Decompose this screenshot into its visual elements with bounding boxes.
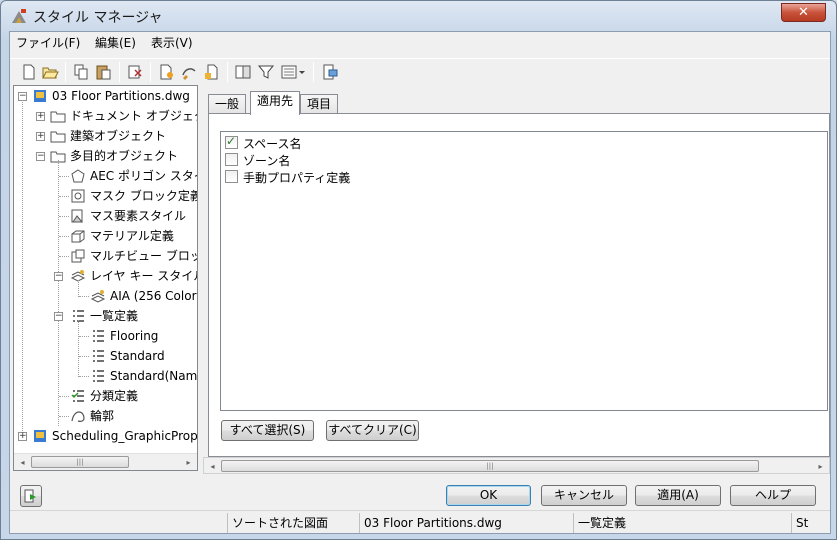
list-icon [93,330,104,342]
tree-horizontal-scrollbar[interactable]: ◂ ||| ▸ [14,453,197,470]
tree-line [59,396,69,397]
menu-view[interactable]: 表示(V) [151,34,193,51]
tree-line [59,256,69,257]
status-drawing: 03 Floor Partitions.dwg [359,513,573,533]
status-sort: ソートされた図面 [227,513,359,533]
tab-apply-to[interactable]: 適用先 [250,91,301,115]
tree-line [59,176,69,177]
label-manual-property-definition: 手動プロパティ定義 [243,171,351,185]
tree-line [79,336,89,337]
toolbar [10,58,830,84]
apply-button[interactable]: 適用(A) [635,485,721,506]
expand-toggle[interactable]: + [36,112,45,121]
ok-button[interactable]: OK [446,485,531,506]
layer-key-style-icon [90,290,106,303]
folder-icon [50,111,66,123]
toolbar-separator [313,62,314,82]
polygon-icon [71,169,85,183]
toggle-view-icon [24,489,36,503]
style-tree[interactable]: − 03 Floor Partitions.dwg + ドキュメント オブジェク… [13,85,198,471]
collapse-toggle[interactable]: − [54,272,63,281]
tree-line [59,236,69,237]
menu-file[interactable]: ファイル(F) [16,34,80,51]
tree-line [79,356,89,357]
copy-icon[interactable] [72,63,90,81]
classification-icon [71,390,84,402]
menu-edit[interactable]: 編集(E) [95,34,136,51]
new-style-icon[interactable] [157,63,175,81]
checkbox-zone-name[interactable] [225,153,238,166]
collapse-toggle[interactable]: − [54,312,63,321]
profile-icon [71,411,85,422]
tree-line [78,280,79,297]
folder-icon [50,131,66,143]
clear-all-button[interactable]: すべてクリア(C) [326,420,419,441]
tree-line [59,196,69,197]
cancel-button[interactable]: キャンセル [541,485,627,506]
label-zone-name: ゾーン名 [243,154,291,168]
status-style-type: 一覧定義 [573,513,791,533]
tree-line [59,216,69,217]
collapse-toggle[interactable]: − [36,152,45,161]
label-space-name: スペース名 [243,137,302,151]
inline-edit-toggle-button[interactable] [20,485,42,507]
view-mode-icon[interactable] [280,63,306,81]
edit-style-icon[interactable] [180,63,198,81]
toolbar-separator [65,62,66,82]
window-frame: スタイル マネージャ ✕ ファイル(F) 編集(E) 表示(V) − 03 Fl… [0,0,837,540]
tab-columns[interactable]: 項目 [300,94,339,114]
tab-general[interactable]: 一般 [208,94,247,114]
splitter[interactable] [199,85,205,471]
apply-to-list[interactable]: スペース名 ゾーン名 手動プロパティ定義 [220,131,828,411]
tree-line [59,416,69,417]
material-icon [71,230,85,243]
scroll-right-arrow[interactable]: ▸ [180,454,197,470]
scroll-thumb[interactable]: ||| [221,460,759,472]
new-icon[interactable] [20,63,38,81]
toggle-view-icon[interactable] [234,63,252,81]
dialog-client: ファイル(F) 編集(E) 表示(V) − 03 Floor Partition… [9,31,831,534]
status-bar: ソートされた図面 03 Floor Partitions.dwg 一覧定義 St [10,510,830,533]
scroll-left-arrow[interactable]: ◂ [14,454,31,470]
select-all-button[interactable]: すべて選択(S) [221,420,314,441]
tree-line [79,296,89,297]
window-title: スタイル マネージャ [33,10,163,26]
set-from-icon[interactable] [203,63,221,81]
toolbar-separator [119,62,120,82]
checkbox-manual-property-definition[interactable] [225,170,238,183]
list-icon [93,350,104,362]
checkbox-space-name[interactable] [225,134,238,149]
open-icon[interactable] [41,63,59,81]
tab-page-apply-to: スペース名 ゾーン名 手動プロパティ定義 すべて選択(S) すべてクリア(C) [208,113,830,457]
menu-bar: ファイル(F) 編集(E) 表示(V) [10,32,830,52]
expand-toggle[interactable]: + [18,432,27,441]
content-horizontal-scrollbar[interactable]: ◂ ||| ▸ [203,457,830,474]
drawing-file-icon [34,430,46,442]
expand-toggle[interactable]: + [36,132,45,141]
help-button[interactable]: ヘルプ [730,485,816,506]
status-extra: St [791,513,829,533]
purge-icon[interactable] [126,63,144,81]
mask-block-icon [71,189,85,203]
inline-edit-icon[interactable] [321,63,339,81]
tree-line [22,100,23,431]
tree-line [78,320,79,377]
scroll-left-arrow[interactable]: ◂ [204,458,221,475]
list-icon [93,370,104,382]
multi-view-block-icon [71,249,85,263]
close-button[interactable]: ✕ [781,3,826,22]
style-manager-icon [12,9,26,23]
tree-line [58,160,59,426]
toolbar-separator [227,62,228,82]
scroll-thumb[interactable]: ||| [31,456,129,468]
drawing-file-icon [34,90,46,102]
paste-icon[interactable] [95,63,113,81]
toolbar-separator [150,62,151,82]
filter-icon[interactable] [257,63,275,81]
tree-line [79,376,89,377]
mass-element-icon [71,209,84,223]
scroll-right-arrow[interactable]: ▸ [812,458,829,475]
